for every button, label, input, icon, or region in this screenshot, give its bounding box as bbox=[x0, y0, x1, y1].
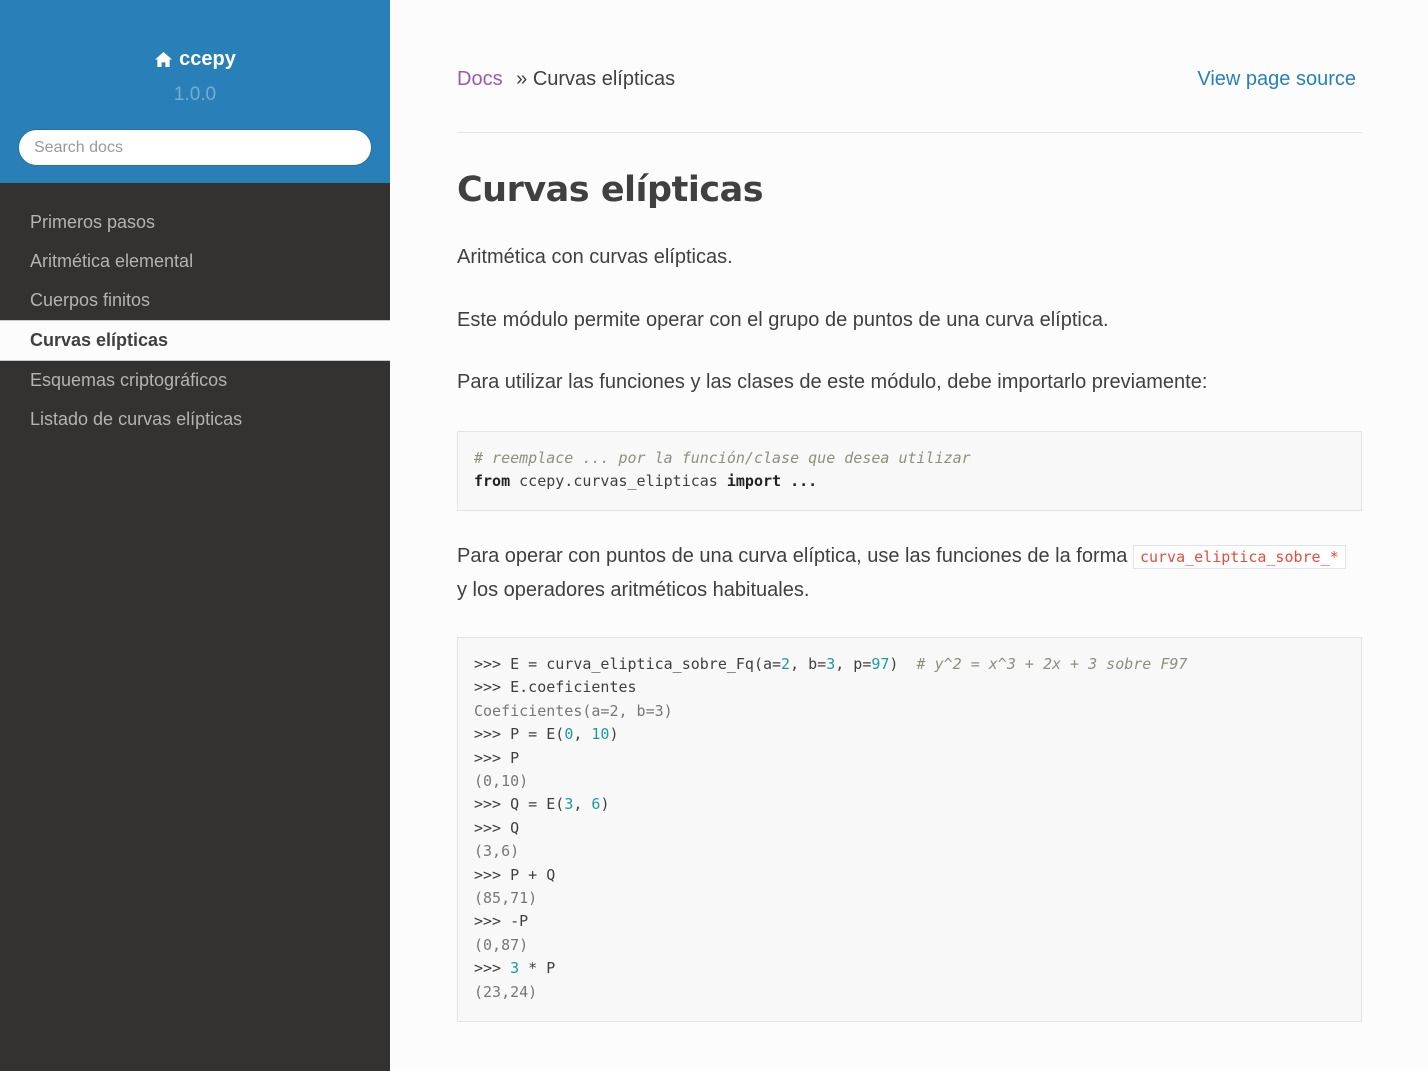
import-paragraph: Para utilizar las funciones y las clases… bbox=[457, 371, 1208, 393]
code-line: >>> -P bbox=[474, 912, 529, 931]
code-line: , p= bbox=[835, 655, 872, 673]
code-line: , bbox=[573, 795, 592, 814]
breadcrumb-separator: » bbox=[516, 68, 528, 90]
code-keyword-import: import bbox=[726, 472, 782, 491]
code-line: >>> P = E( bbox=[474, 725, 565, 744]
code-line: >>> bbox=[474, 959, 511, 978]
code-line: >>> E.coeficientes bbox=[474, 678, 637, 697]
code-output: (23,24) bbox=[474, 982, 538, 1001]
code-line: , b= bbox=[790, 655, 827, 673]
version-label: 1.0.0 bbox=[173, 84, 217, 105]
import-code-block: # reemplace ... por la función/clase que… bbox=[457, 431, 1362, 511]
code-line: , bbox=[573, 725, 592, 744]
code-number: 3 bbox=[826, 655, 836, 673]
breadcrumb-docs-link[interactable]: Docs bbox=[457, 68, 503, 90]
code-output: (0,87) bbox=[474, 935, 529, 954]
code-line: >>> Q = E( bbox=[474, 795, 565, 814]
code-number: 3 bbox=[510, 959, 520, 978]
description-paragraph: Este módulo permite operar con el grupo … bbox=[457, 309, 1109, 331]
view-page-source-link[interactable]: View page source bbox=[1197, 68, 1356, 91]
usage-text: Para operar con puntos de una curva elíp… bbox=[457, 545, 1133, 567]
code-ellipsis: ... bbox=[781, 472, 818, 491]
code-line: >>> P bbox=[474, 748, 520, 767]
code-number: 3 bbox=[564, 795, 574, 814]
usage-text-2: y los operadores aritméticos habituales. bbox=[457, 579, 810, 601]
code-line: * P bbox=[519, 959, 556, 978]
sidebar-item-curvas-elipticas[interactable]: Curvas elípticas bbox=[0, 320, 390, 361]
breadcrumb-current: Curvas elípticas bbox=[532, 68, 676, 90]
usage-paragraph: Para operar con puntos de una curva elíp… bbox=[457, 540, 1362, 607]
sidebar-item-aritmetica-elemental[interactable]: Aritmética elemental bbox=[0, 242, 390, 281]
code-output: (0,10) bbox=[474, 772, 529, 791]
code-comment: # y^2 = x^3 + 2x + 3 sobre F97 bbox=[916, 655, 1188, 673]
code-number: 97 bbox=[871, 655, 890, 673]
page-title: Curvas elípticas bbox=[457, 170, 764, 210]
code-line: >>> P + Q bbox=[474, 865, 556, 884]
code-output: (3,6) bbox=[474, 842, 520, 861]
code-line: ) bbox=[889, 655, 917, 673]
brand-link[interactable]: ccepy bbox=[154, 48, 236, 71]
intro-paragraph: Aritmética con curvas elípticas. bbox=[457, 246, 733, 268]
code-output: (85,71) bbox=[474, 889, 538, 908]
code-line: >>> E = curva_eliptica_sobre_Fq(a= bbox=[474, 655, 782, 673]
inline-code-curva: curva_eliptica_sobre_* bbox=[1132, 545, 1346, 569]
code-output: Coeficientes(a=2, b=3) bbox=[474, 701, 673, 720]
sidebar-item-listado-curvas[interactable]: Listado de curvas elípticas bbox=[0, 400, 390, 439]
code-number: 0 bbox=[564, 725, 574, 744]
sidebar-item-primeros-pasos[interactable]: Primeros pasos bbox=[0, 203, 390, 242]
code-line: ) bbox=[609, 725, 619, 744]
brand-name: ccepy bbox=[179, 48, 236, 70]
sidebar: ccepy 1.0.0 Primeros pasos Aritmética el… bbox=[0, 0, 390, 1071]
search-input[interactable] bbox=[18, 129, 372, 166]
code-line: >>> Q bbox=[474, 818, 520, 837]
breadcrumb-divider bbox=[457, 132, 1362, 133]
home-icon bbox=[155, 51, 173, 68]
example-code-block: >>> E = curva_eliptica_sobre_Fq(a=2, b=3… bbox=[457, 637, 1362, 1022]
sidebar-item-cuerpos-finitos[interactable]: Cuerpos finitos bbox=[0, 281, 390, 320]
code-number: 10 bbox=[591, 725, 610, 744]
code-number: 2 bbox=[781, 655, 791, 673]
breadcrumb: Docs » Curvas elípticas View page source bbox=[457, 68, 1362, 98]
code-comment: # reemplace ... por la función/clase que… bbox=[474, 449, 971, 467]
code-line: ) bbox=[600, 795, 610, 814]
sidebar-item-esquemas-criptograficos[interactable]: Esquemas criptográficos bbox=[0, 361, 390, 400]
code-keyword-from: from bbox=[474, 472, 511, 491]
code-module: ccepy.curvas_elipticas bbox=[510, 472, 727, 491]
sidebar-nav: Primeros pasos Aritmética elemental Cuer… bbox=[0, 183, 390, 439]
